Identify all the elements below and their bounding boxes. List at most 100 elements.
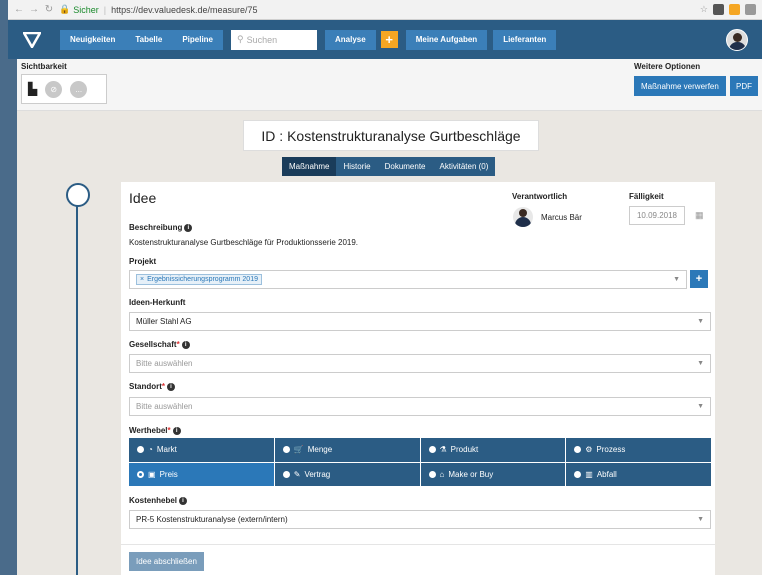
radio-icon	[574, 470, 582, 478]
home-icon: ⌂	[439, 469, 445, 479]
info-icon[interactable]: i	[179, 496, 188, 505]
valuedesk-logo[interactable]	[20, 28, 44, 52]
avatar	[513, 207, 533, 227]
nav-meine-aufgaben[interactable]: Meine Aufgaben	[405, 29, 488, 50]
flask-icon: ⚗	[439, 445, 447, 455]
nav-pipeline[interactable]: Pipeline	[172, 29, 224, 50]
tab-massnahme[interactable]: Maßnahme	[282, 157, 337, 176]
extension-icon[interactable]	[729, 4, 740, 15]
info-icon[interactable]: i	[167, 382, 176, 391]
herkunft-value: Müller Stahl AG	[136, 317, 192, 326]
search-input[interactable]: ⚲ Suchen	[231, 29, 318, 50]
radio-icon	[137, 446, 144, 454]
kostenhebel-select[interactable]: PR-5 Kostenstrukturanalyse (extern/inter…	[129, 510, 711, 529]
werthebel-label-text: Menge	[307, 445, 333, 455]
tab-historie[interactable]: Historie	[336, 157, 378, 176]
werthebel-produkt[interactable]: ⚗ Produkt	[420, 438, 566, 462]
left-background	[0, 0, 8, 575]
werthebel-abfall[interactable]: ▥ Abfall	[566, 462, 711, 486]
nav-analyse[interactable]: Analyse	[325, 29, 376, 50]
werthebel-grid: ◔ Markt 🛒 Menge ⚗ Produkt ⚙ Prozess ▣ Preis ✎…	[129, 438, 711, 486]
responsible-name: Marcus Bär	[541, 212, 582, 222]
herkunft-select[interactable]: Müller Stahl AG ▼	[129, 312, 711, 331]
trash-icon: ▥	[585, 469, 593, 479]
url-separator: |	[103, 4, 107, 15]
timeline-node	[66, 183, 90, 207]
radio-icon	[574, 446, 582, 454]
page-title: ID : Kostenstrukturanalyse Gurtbeschläge	[243, 120, 539, 151]
add-projekt-button[interactable]: +	[690, 270, 708, 288]
lock-icon: 🔒	[59, 4, 71, 14]
chevron-down-icon: ▼	[697, 318, 704, 325]
building-icon[interactable]: ▙	[28, 82, 37, 96]
extension-icon[interactable]	[745, 4, 756, 15]
chevron-down-icon: ▼	[697, 516, 704, 523]
more-icon[interactable]: ...	[70, 80, 88, 98]
browser-chrome: ← → ↻ 🔒 Sicher | https://dev.valuedesk.de…	[8, 0, 762, 20]
user-avatar[interactable]	[726, 28, 748, 51]
verantwortlich-label: Verantwortlich	[512, 192, 568, 201]
werthebel-label: Werthebel* i	[129, 426, 181, 435]
add-button[interactable]: +	[380, 31, 398, 48]
star-icon[interactable]: ☆	[700, 4, 708, 15]
back-icon[interactable]: ←	[14, 4, 24, 15]
responsible-person[interactable]: Marcus Bär	[513, 207, 582, 227]
standort-label: Standort* i	[129, 382, 176, 391]
forward-icon[interactable]: →	[29, 4, 39, 15]
url-bar[interactable]: https://dev.valuedesk.de/measure/75	[111, 5, 257, 15]
werthebel-label-text: Markt	[156, 445, 177, 455]
nav-tabelle[interactable]: Tabelle	[125, 29, 173, 50]
idee-abschliessen-button[interactable]: Idee abschließen	[129, 552, 204, 571]
due-date-field[interactable]: 10.09.2018	[629, 206, 685, 225]
search-placeholder: Suchen	[246, 34, 278, 45]
tab-aktivitaeten[interactable]: Aktivitäten (0)	[432, 157, 496, 176]
card-heading: Idee	[129, 190, 157, 206]
timeline-line	[76, 206, 78, 575]
werthebel-label-text: Make or Buy	[448, 469, 494, 479]
extension-icon[interactable]	[713, 4, 724, 15]
beschreibung-label: Beschreibung i	[129, 223, 193, 232]
info-icon[interactable]: i	[184, 223, 193, 232]
standort-select[interactable]: Bitte auswählen ▼	[129, 397, 711, 416]
sichtbarkeit-label: Sichtbarkeit	[21, 62, 67, 71]
gesellschaft-placeholder: Bitte auswählen	[136, 359, 193, 368]
calendar-icon[interactable]: ▦	[695, 210, 704, 221]
projekt-label: Projekt	[129, 257, 157, 266]
werthebel-prozess[interactable]: ⚙ Prozess	[566, 438, 711, 462]
search-icon: ⚲	[237, 34, 244, 44]
werthebel-menge[interactable]: 🛒 Menge	[274, 438, 420, 462]
weitere-optionen-label: Weitere Optionen	[634, 62, 701, 71]
gesellschaft-select[interactable]: Bitte auswählen ▼	[129, 354, 711, 373]
massnahme-verwerfen-button[interactable]: Maßnahme verwerfen	[634, 76, 726, 96]
kostenhebel-label: Kostenhebel i	[129, 496, 188, 505]
werthebel-label-text: Preis	[159, 469, 178, 479]
beschreibung-text: Kostenstrukturanalyse Gurtbeschläge für …	[129, 238, 359, 247]
pdf-button[interactable]: PDF	[730, 76, 758, 96]
projekt-tag-label: Ergebnissicherungsprogramm 2019	[147, 276, 258, 283]
projekt-tag[interactable]: × Ergebnissicherungsprogramm 2019	[136, 274, 262, 285]
chevron-down-icon: ▼	[673, 276, 680, 283]
standort-placeholder: Bitte auswählen	[136, 402, 193, 411]
info-icon[interactable]: i	[181, 340, 190, 349]
werthebel-preis[interactable]: ▣ Preis	[129, 462, 274, 486]
remove-icon[interactable]: ×	[140, 276, 144, 283]
werthebel-label-text: Prozess	[596, 445, 626, 455]
info-icon[interactable]: i	[172, 426, 181, 435]
nav-neuigkeiten[interactable]: Neuigkeiten	[60, 29, 126, 50]
secure-indicator[interactable]: 🔒 Sicher	[59, 4, 99, 15]
visibility-box: ▙ ⊘ ...	[21, 74, 107, 104]
radio-icon	[428, 446, 436, 454]
app-navbar: Neuigkeiten Tabelle Pipeline ⚲ Suchen Ana…	[8, 20, 762, 59]
disabled-icon[interactable]: ⊘	[45, 80, 63, 98]
secure-label: Sicher	[73, 4, 99, 15]
werthebel-make-or-buy[interactable]: ⌂ Make or Buy	[420, 462, 566, 486]
chevron-down-icon: ▼	[697, 403, 704, 410]
projekt-select[interactable]: × Ergebnissicherungsprogramm 2019 ▼	[129, 270, 687, 289]
tab-dokumente[interactable]: Dokumente	[377, 157, 433, 176]
reload-icon[interactable]: ↻	[44, 4, 54, 15]
werthebel-vertrag[interactable]: ✎ Vertrag	[274, 462, 420, 486]
werthebel-label-text: Vertrag	[304, 469, 331, 479]
nav-lieferanten[interactable]: Lieferanten	[493, 29, 557, 50]
werthebel-markt[interactable]: ◔ Markt	[129, 438, 274, 462]
gesellschaft-label: Gesellschaft* i	[129, 340, 190, 349]
